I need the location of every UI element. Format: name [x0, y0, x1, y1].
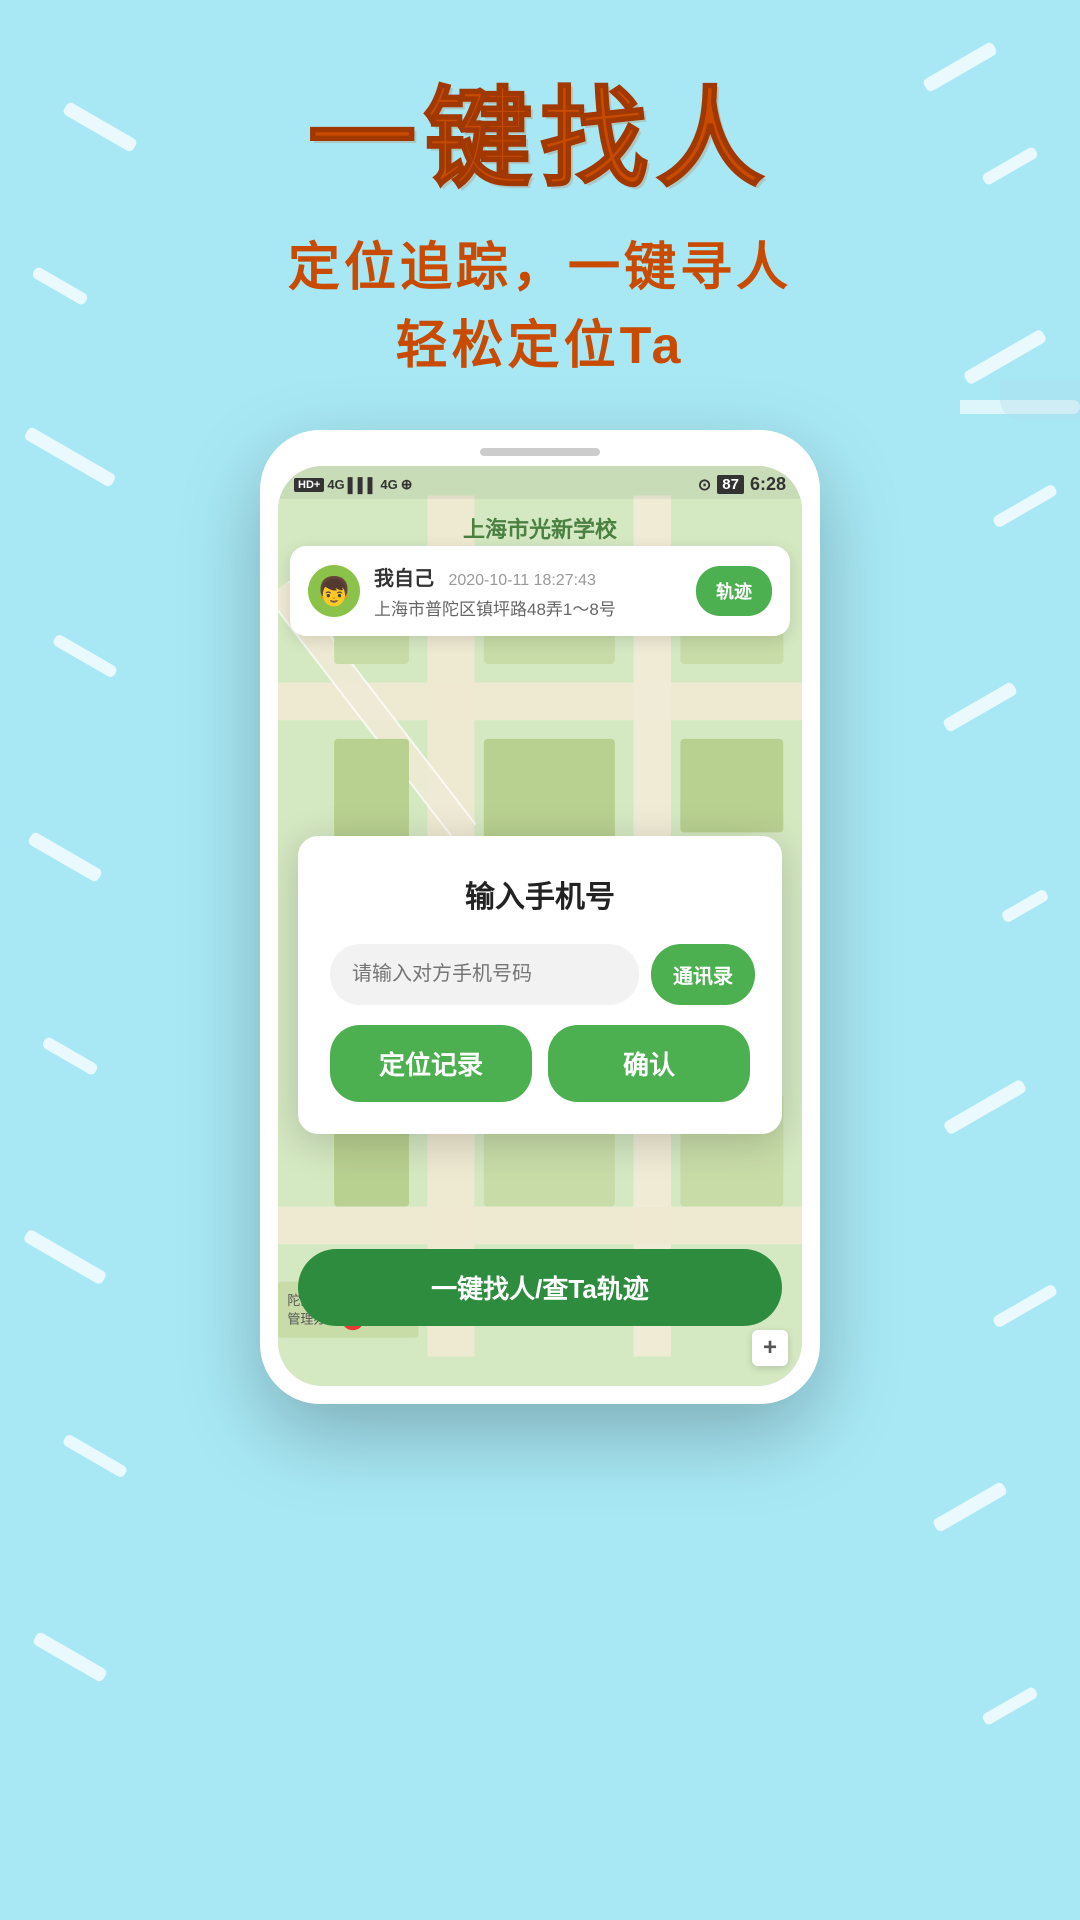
action-row: 定位记录 确认: [330, 1025, 750, 1102]
address: 上海市普陀区镇坪路48弄1～8号: [374, 595, 682, 620]
phone-input[interactable]: [330, 944, 639, 1005]
top-section: 一键找人 定位追踪，一键寻人 轻松定位Ta: [0, 0, 1080, 385]
avatar: 👦: [308, 565, 360, 617]
dialog: 输入手机号 通讯录 定位记录 确认: [298, 836, 782, 1134]
subtitle-line2: 轻松定位Ta: [0, 307, 1080, 385]
wifi-icon: ⊕: [401, 476, 413, 493]
hd-badge: HD+: [294, 478, 324, 492]
phone-mockup: 28号 29号 陀区石泉路 管理办公室 HD+: [260, 430, 820, 1404]
main-title: 一键找人: [0, 80, 1080, 199]
phone-notch: [480, 448, 600, 456]
app-header: 上海市光新学校: [278, 504, 802, 552]
clock: 6:28: [750, 474, 786, 495]
input-row: 通讯录: [330, 944, 750, 1005]
battery-level: 87: [717, 475, 744, 494]
dialog-title: 输入手机号: [330, 872, 750, 916]
bottom-cta[interactable]: 一键找人/查Ta轨迹: [298, 1249, 782, 1326]
card-info: 我自己 2020-10-11 18:27:43 上海市普陀区镇坪路48弄1～8号: [374, 562, 682, 620]
phone-screen: 28号 29号 陀区石泉路 管理办公室 HD+: [278, 466, 802, 1386]
location-card: 👦 我自己 2020-10-11 18:27:43 上海市普陀区镇坪路48弄1～…: [290, 546, 790, 636]
zoom-plus-button[interactable]: +: [752, 1330, 788, 1366]
status-bar: HD+ 4G ▌▌▌ 4G ⊕ ⊙ 87 6:28: [278, 466, 802, 499]
record-button[interactable]: 定位记录: [330, 1025, 532, 1102]
contacts-button[interactable]: 通讯录: [651, 944, 755, 1005]
signal-4g: 4G: [327, 477, 344, 492]
status-right: ⊙ 87 6:28: [698, 474, 786, 495]
card-header-row: 我自己 2020-10-11 18:27:43: [374, 562, 682, 591]
subtitle-line1: 定位追踪，一键寻人: [0, 229, 1080, 307]
confirm-button[interactable]: 确认: [548, 1025, 750, 1102]
phone-outer: 28号 29号 陀区石泉路 管理办公室 HD+: [260, 430, 820, 1404]
signal-bars: ▌▌▌: [348, 477, 378, 493]
track-button[interactable]: 轨迹: [696, 566, 772, 616]
location-icon: ⊙: [698, 475, 711, 495]
subtitle: 定位追踪，一键寻人 轻松定位Ta: [0, 229, 1080, 385]
signal-4g-2: 4G: [380, 477, 397, 492]
timestamp: 2020-10-11 18:27:43: [448, 572, 595, 589]
status-left: HD+ 4G ▌▌▌ 4G ⊕: [294, 476, 413, 493]
user-name: 我自己: [374, 568, 434, 590]
